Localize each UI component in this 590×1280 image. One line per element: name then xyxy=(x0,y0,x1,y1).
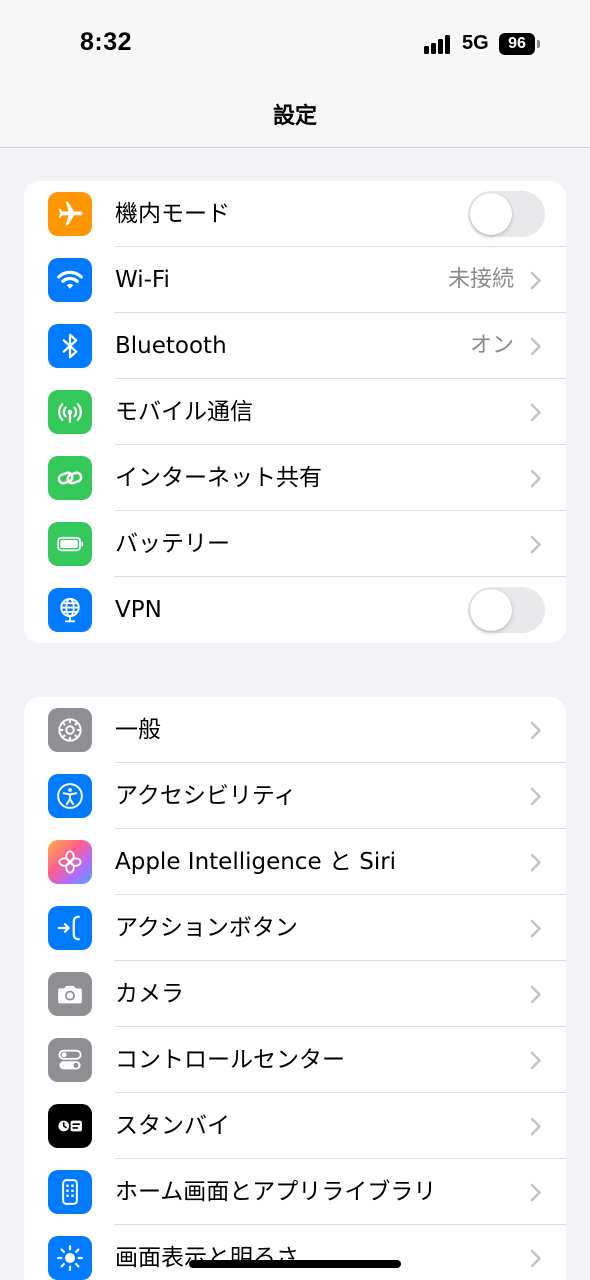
settings-row-vpn[interactable]: VPN xyxy=(24,577,566,643)
settings-row-airplane-mode[interactable]: 機内モード xyxy=(24,181,566,247)
row-label: Bluetooth xyxy=(115,333,227,359)
phone-grid-icon xyxy=(48,1170,92,1214)
row-label: アクセシビリティ xyxy=(115,783,297,809)
row-label: バッテリー xyxy=(115,531,230,557)
network-type: 5G xyxy=(462,32,489,54)
chevron-right-icon xyxy=(530,337,541,356)
chevron-right-icon xyxy=(530,853,541,872)
switches-icon xyxy=(48,1038,92,1082)
toggle-knob xyxy=(470,589,512,631)
chevron-right-icon xyxy=(530,1117,541,1136)
chevron-right-icon xyxy=(530,1183,541,1202)
row-label: ホーム画面とアプリライブラリ xyxy=(115,1179,437,1205)
wifi-icon xyxy=(48,258,92,302)
sun-icon xyxy=(48,1236,92,1280)
airplane-icon xyxy=(48,192,92,236)
action-button-icon xyxy=(48,906,92,950)
camera-icon xyxy=(48,972,92,1016)
gear-icon xyxy=(48,708,92,752)
chevron-right-icon xyxy=(530,787,541,806)
row-label: Apple Intelligence と Siri xyxy=(115,849,397,875)
toggle-knob xyxy=(470,193,512,235)
bluetooth-icon xyxy=(48,324,92,368)
settings-row-cellular[interactable]: モバイル通信 xyxy=(24,379,566,445)
connectivity-group: 機内モード Wi-Fi 未接続 Bluetooth オン モバイル通信 インター… xyxy=(24,181,566,643)
apple-intelligence-icon xyxy=(48,840,92,884)
cellular-signal-icon xyxy=(424,34,454,54)
settings-row-bluetooth[interactable]: Bluetooth オン xyxy=(24,313,566,379)
row-label: アクションボタン xyxy=(115,915,298,941)
status-time: 8:32 xyxy=(80,28,133,56)
settings-row-control-center[interactable]: コントロールセンター xyxy=(24,1027,566,1093)
settings-row-apple-intelligence-siri[interactable]: Apple Intelligence と Siri xyxy=(24,829,566,895)
chevron-right-icon xyxy=(530,985,541,1004)
chevron-right-icon xyxy=(530,1051,541,1070)
row-label: VPN xyxy=(115,597,162,623)
row-label: モバイル通信 xyxy=(115,399,253,425)
settings-row-display-brightness[interactable]: 画面表示と明るさ xyxy=(24,1225,566,1280)
settings-row-accessibility[interactable]: アクセシビリティ xyxy=(24,763,566,829)
antenna-icon xyxy=(48,390,92,434)
row-label: 画面表示と明るさ xyxy=(115,1245,299,1271)
chevron-right-icon xyxy=(530,919,541,938)
row-value: オン xyxy=(469,333,514,358)
row-value: 未接続 xyxy=(447,267,514,292)
row-label: カメラ xyxy=(115,981,184,1007)
row-label: スタンバイ xyxy=(115,1113,230,1139)
settings-row-personal-hotspot[interactable]: インターネット共有 xyxy=(24,445,566,511)
row-label: Wi-Fi xyxy=(115,267,170,293)
page-title: 設定 xyxy=(272,104,317,129)
chevron-right-icon xyxy=(530,535,541,554)
row-label: 機内モード xyxy=(115,201,230,227)
settings-row-camera[interactable]: カメラ xyxy=(24,961,566,1027)
chevron-right-icon xyxy=(530,403,541,422)
battery-icon: 96 xyxy=(499,33,535,55)
settings-row-standby[interactable]: スタンバイ xyxy=(24,1093,566,1159)
battery-icon xyxy=(48,522,92,566)
row-label: 一般 xyxy=(115,717,161,743)
chevron-right-icon xyxy=(530,271,541,290)
accessibility-icon xyxy=(48,774,92,818)
general-group: 一般 アクセシビリティ Apple Intelligence と Siri アク… xyxy=(24,697,566,1280)
chain-link-icon xyxy=(48,456,92,500)
airplane-mode-toggle[interactable] xyxy=(468,191,545,237)
globe-network-icon xyxy=(48,588,92,632)
home-indicator[interactable] xyxy=(189,1260,401,1268)
header: 8:32 5G 96 設定 xyxy=(0,0,590,148)
settings-row-home-screen[interactable]: ホーム画面とアプリライブラリ xyxy=(24,1159,566,1225)
battery-tip xyxy=(537,40,540,48)
settings-row-action-button[interactable]: アクションボタン xyxy=(24,895,566,961)
row-label: コントロールセンター xyxy=(115,1047,345,1073)
chevron-right-icon xyxy=(530,469,541,488)
vpn-toggle[interactable] xyxy=(468,587,545,633)
row-label: インターネット共有 xyxy=(115,465,322,491)
standby-icon xyxy=(48,1104,92,1148)
chevron-right-icon xyxy=(530,721,541,740)
settings-row-battery[interactable]: バッテリー xyxy=(24,511,566,577)
chevron-right-icon xyxy=(530,1249,541,1268)
settings-row-wifi[interactable]: Wi-Fi 未接続 xyxy=(24,247,566,313)
battery-level: 96 xyxy=(508,35,526,52)
settings-row-general[interactable]: 一般 xyxy=(24,697,566,763)
